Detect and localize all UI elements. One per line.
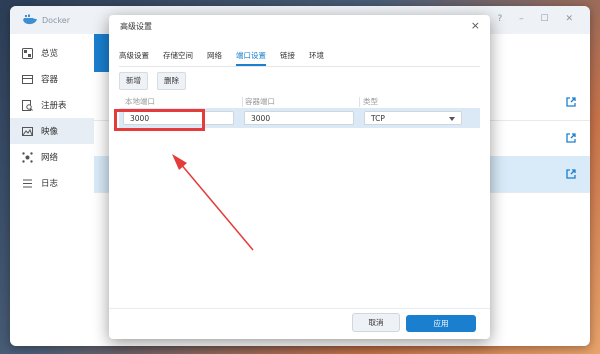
dialog-tabs: 高级设置 存储空间 网络 端口设置 链接 环境 — [119, 48, 480, 67]
cancel-button[interactable]: 取消 — [352, 313, 400, 332]
tab-storage[interactable]: 存储空间 — [163, 48, 193, 66]
annotation-highlight-box — [114, 109, 205, 131]
sidebar-item-label: 映像 — [41, 127, 59, 137]
tab-advanced[interactable]: 高级设置 — [119, 48, 149, 66]
protocol-value: TCP — [371, 114, 385, 123]
dialog-title: 高级设置 — [120, 22, 152, 31]
column-type: 类型 — [363, 97, 378, 106]
column-divider — [242, 97, 243, 107]
tab-environment[interactable]: 环境 — [309, 48, 324, 66]
dialog-footer: 取消 应用 — [109, 308, 490, 339]
log-icon — [22, 178, 33, 189]
sidebar-item-container[interactable]: 容器 — [10, 66, 94, 92]
tab-port-settings[interactable]: 端口设置 — [236, 48, 266, 66]
column-local-port: 本地端口 — [125, 97, 155, 106]
sidebar-item-network[interactable]: 网络 — [10, 144, 94, 170]
app-title: Docker — [42, 16, 71, 25]
chevron-down-icon — [449, 117, 455, 121]
close-icon[interactable]: × — [471, 19, 480, 32]
sidebar-item-label: 总览 — [41, 49, 59, 59]
window-controls[interactable]: ? – ☐ ✕ — [498, 14, 580, 24]
open-link-icon[interactable] — [566, 97, 576, 107]
open-link-icon[interactable] — [566, 133, 576, 143]
column-divider — [359, 97, 360, 107]
delete-button[interactable]: 删除 — [157, 72, 186, 90]
sidebar-item-label: 注册表 — [41, 101, 67, 111]
add-button[interactable]: 新增 — [119, 72, 148, 90]
image-icon — [22, 126, 33, 137]
container-port-input[interactable]: 3000 — [244, 111, 354, 125]
sidebar-item-registry[interactable]: 注册表 — [10, 92, 94, 118]
apply-button[interactable]: 应用 — [406, 315, 476, 332]
sidebar-item-image[interactable]: 映像 — [10, 118, 94, 144]
tab-links[interactable]: 链接 — [280, 48, 295, 66]
docker-app-icon — [23, 14, 37, 25]
registry-icon — [22, 99, 33, 111]
tab-network[interactable]: 网络 — [207, 48, 222, 66]
sidebar-item-label: 日志 — [41, 179, 59, 189]
protocol-select[interactable]: TCP — [364, 111, 462, 125]
overview-icon — [22, 47, 33, 59]
table-header: 本地端口 容器端口 类型 — [119, 96, 480, 108]
network-icon — [22, 151, 33, 163]
sidebar-item-label: 容器 — [41, 75, 59, 85]
open-link-icon[interactable] — [566, 169, 576, 179]
column-container-port: 容器端口 — [245, 97, 275, 106]
sidebar: 总览 容器 注册表 映像 网络 日志 — [10, 40, 94, 196]
container-icon — [22, 74, 33, 85]
advanced-settings-dialog: 高级设置 × 高级设置 存储空间 网络 端口设置 链接 环境 新增 删除 本地端… — [109, 15, 490, 339]
sidebar-item-log[interactable]: 日志 — [10, 170, 94, 196]
sidebar-item-overview[interactable]: 总览 — [10, 40, 94, 66]
sidebar-item-label: 网络 — [41, 153, 59, 163]
